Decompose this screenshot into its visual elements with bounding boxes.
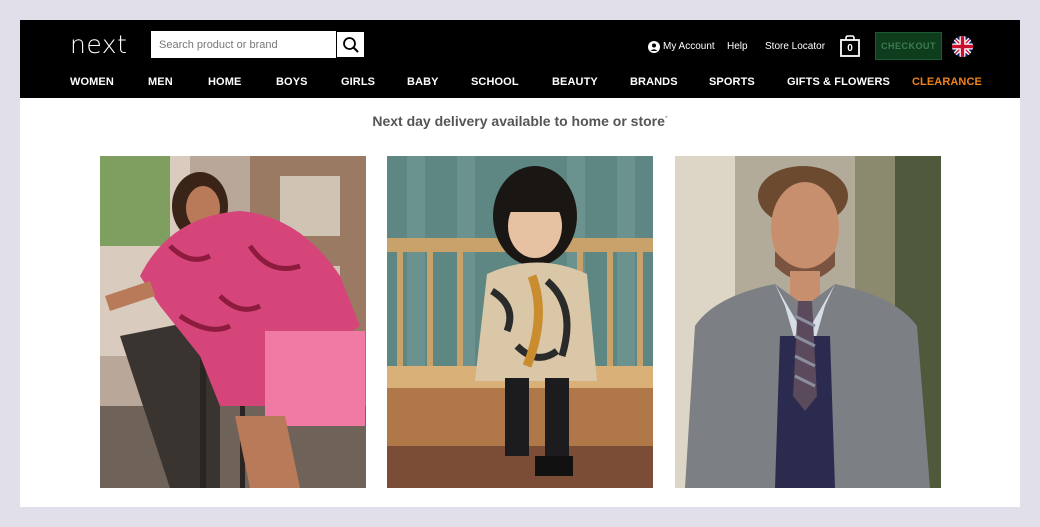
store-locator-label: Store Locator [765, 41, 826, 52]
nav-item-girls[interactable]: GIRLS [341, 76, 375, 88]
next-logo[interactable]: next [70, 29, 127, 61]
nav-item-clearance[interactable]: CLEARANCE [912, 76, 982, 88]
search-button[interactable] [336, 31, 365, 58]
nav-item-home[interactable]: HOME [208, 76, 241, 88]
men-category-image [675, 156, 941, 488]
nav-item-beauty[interactable]: BEAUTY [552, 76, 598, 88]
kids-category-image [387, 156, 653, 488]
bag-count: 0 [847, 43, 853, 54]
women-category-tile[interactable] [100, 156, 366, 488]
kids-category-tile[interactable] [387, 156, 653, 488]
site-header: next My Account Help Store Locator [20, 20, 1020, 98]
delivery-promo-mark: * [664, 115, 668, 123]
kids-category-caption [387, 501, 653, 507]
nav-item-men[interactable]: MEN [148, 76, 173, 88]
delivery-promo: Next day delivery available to home or s… [20, 113, 1020, 129]
search-input[interactable] [152, 32, 336, 57]
help-link[interactable]: Help [727, 40, 748, 54]
uk-flag-icon[interactable] [952, 36, 973, 57]
search-bar [151, 31, 365, 58]
men-category-caption [675, 501, 941, 507]
main-navigation: WOMEN MEN HOME BOYS GIRLS BABY SCHOOL BE… [20, 72, 1020, 94]
nav-item-women[interactable]: WOMEN [70, 76, 114, 88]
my-account-link[interactable]: My Account [648, 40, 715, 54]
checkout-button[interactable]: CHECKOUT [875, 32, 942, 60]
store-locator-link[interactable]: Store Locator [765, 40, 825, 54]
nav-item-baby[interactable]: BABY [407, 76, 439, 88]
nav-item-gifts-flowers[interactable]: GIFTS & FLOWERS [787, 76, 890, 88]
help-label: Help [727, 41, 748, 52]
women-category-caption [100, 501, 366, 507]
men-category-tile[interactable] [675, 156, 941, 488]
nav-item-brands[interactable]: BRANDS [630, 76, 678, 88]
delivery-promo-text: Next day delivery available to home or s… [372, 113, 665, 129]
nav-item-boys[interactable]: BOYS [276, 76, 308, 88]
page-frame: next My Account Help Store Locator [20, 20, 1020, 507]
my-account-label: My Account [663, 41, 715, 52]
search-icon [342, 36, 359, 53]
women-category-image [100, 156, 366, 488]
nav-item-sports[interactable]: SPORTS [709, 76, 755, 88]
shopping-bag-button[interactable]: 0 [840, 35, 860, 57]
nav-item-school[interactable]: SCHOOL [471, 76, 519, 88]
account-icon [648, 41, 660, 53]
